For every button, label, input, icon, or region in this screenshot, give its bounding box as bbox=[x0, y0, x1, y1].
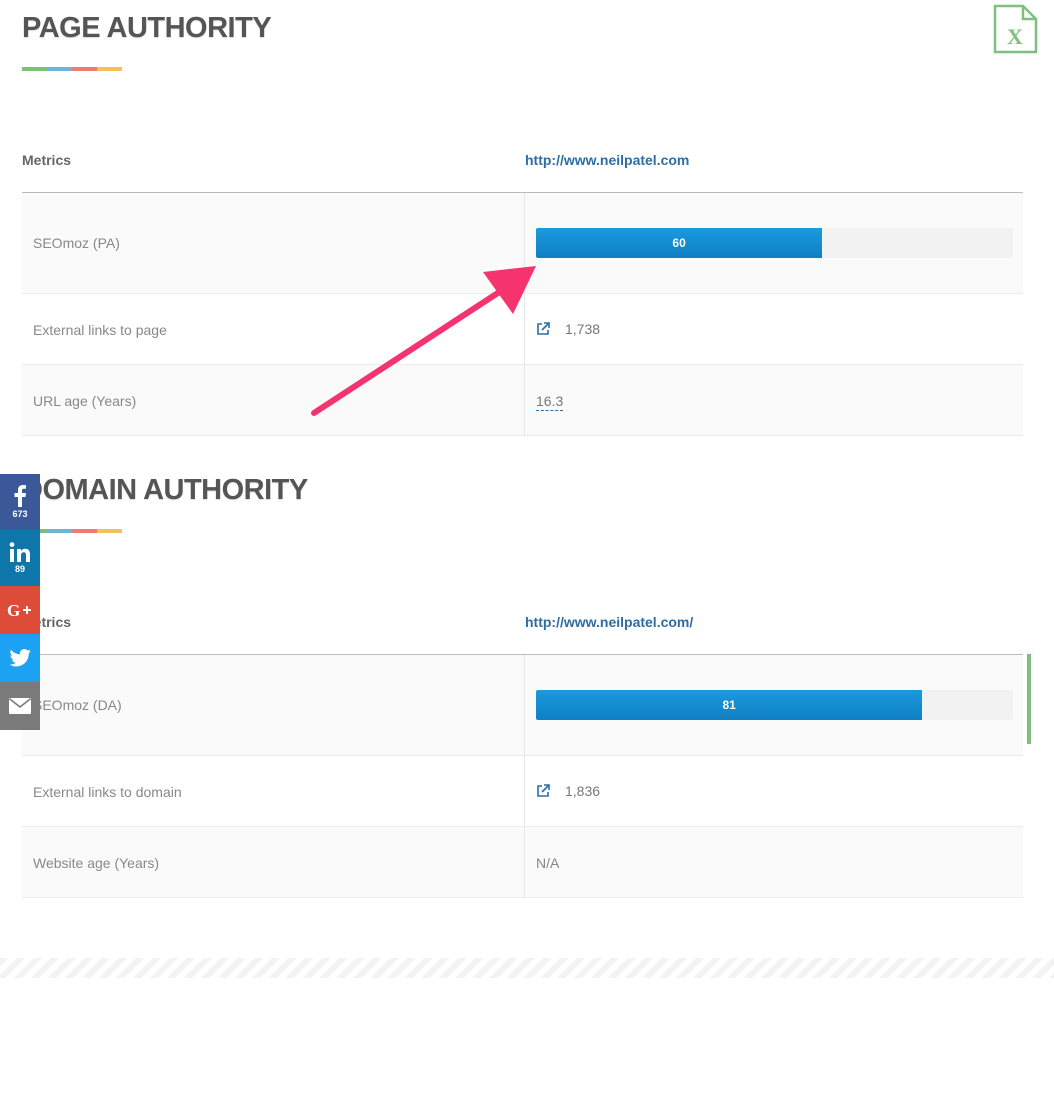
page: PAGE AUTHORITY X Metrics http://www.neil… bbox=[0, 0, 1054, 1119]
row-label: URL age (Years) bbox=[33, 393, 137, 409]
external-links-count: 1,836 bbox=[565, 783, 601, 799]
table-row-website-age: Website age (Years) N/A bbox=[22, 827, 1023, 898]
domain-authority-table: Metrics http://www.neilpatel.com/ SEOmoz… bbox=[22, 590, 1023, 898]
da-score-value: 81 bbox=[722, 698, 736, 712]
facebook-share-button[interactable]: 673 bbox=[0, 474, 40, 530]
pa-score-value: 60 bbox=[672, 236, 686, 250]
social-share-sidebar: 673 89 G bbox=[0, 474, 40, 730]
table-header: Metrics http://www.neilpatel.com/ bbox=[22, 590, 1023, 655]
row-label: SEOmoz (PA) bbox=[33, 235, 120, 251]
linkedin-icon bbox=[9, 542, 30, 562]
google-plus-icon: G bbox=[7, 602, 31, 618]
row-label: Website age (Years) bbox=[33, 855, 160, 871]
scroll-indicator bbox=[1027, 654, 1031, 744]
svg-text:G: G bbox=[7, 602, 20, 618]
svg-text:X: X bbox=[1007, 24, 1023, 49]
excel-export-icon[interactable]: X bbox=[993, 4, 1038, 54]
table-header: Metrics http://www.neilpatel.com bbox=[22, 128, 1023, 193]
external-links-value[interactable]: 1,836 bbox=[536, 783, 600, 799]
external-link-icon[interactable] bbox=[536, 784, 550, 798]
da-score-bar: 81 bbox=[536, 690, 1013, 720]
facebook-share-count: 673 bbox=[12, 509, 28, 519]
email-share-button[interactable] bbox=[0, 682, 40, 730]
title-underline bbox=[22, 67, 122, 71]
da-score-fill: 81 bbox=[536, 690, 923, 720]
facebook-icon bbox=[14, 485, 26, 507]
row-label: SEOmoz (DA) bbox=[33, 697, 122, 713]
row-label: External links to page bbox=[33, 322, 167, 338]
table-row-external-links-domain: External links to domain 1,836 bbox=[22, 756, 1023, 827]
row-label: External links to domain bbox=[33, 784, 182, 800]
domain-authority-title: DOMAIN AUTHORITY bbox=[22, 474, 308, 506]
google-plus-share-button[interactable]: G bbox=[0, 586, 40, 634]
table-row-seomoz-da: SEOmoz (DA) 81 bbox=[22, 655, 1023, 756]
twitter-share-button[interactable] bbox=[0, 634, 40, 682]
external-links-count: 1,738 bbox=[565, 321, 601, 337]
linkedin-share-count: 89 bbox=[14, 564, 25, 574]
section-divider-stripes bbox=[0, 958, 1054, 978]
email-icon bbox=[9, 698, 31, 714]
website-age-value: N/A bbox=[536, 855, 560, 871]
page-authority-title: PAGE AUTHORITY bbox=[22, 12, 272, 44]
pa-score-bar: 60 bbox=[536, 228, 1013, 258]
metrics-header: Metrics bbox=[22, 152, 72, 168]
linkedin-share-button[interactable]: 89 bbox=[0, 530, 40, 586]
url-link[interactable]: http://www.neilpatel.com/ bbox=[525, 614, 693, 630]
twitter-icon bbox=[9, 649, 31, 667]
pa-score-fill: 60 bbox=[536, 228, 823, 258]
url-link[interactable]: http://www.neilpatel.com bbox=[525, 152, 689, 168]
annotation-arrow bbox=[311, 266, 536, 416]
